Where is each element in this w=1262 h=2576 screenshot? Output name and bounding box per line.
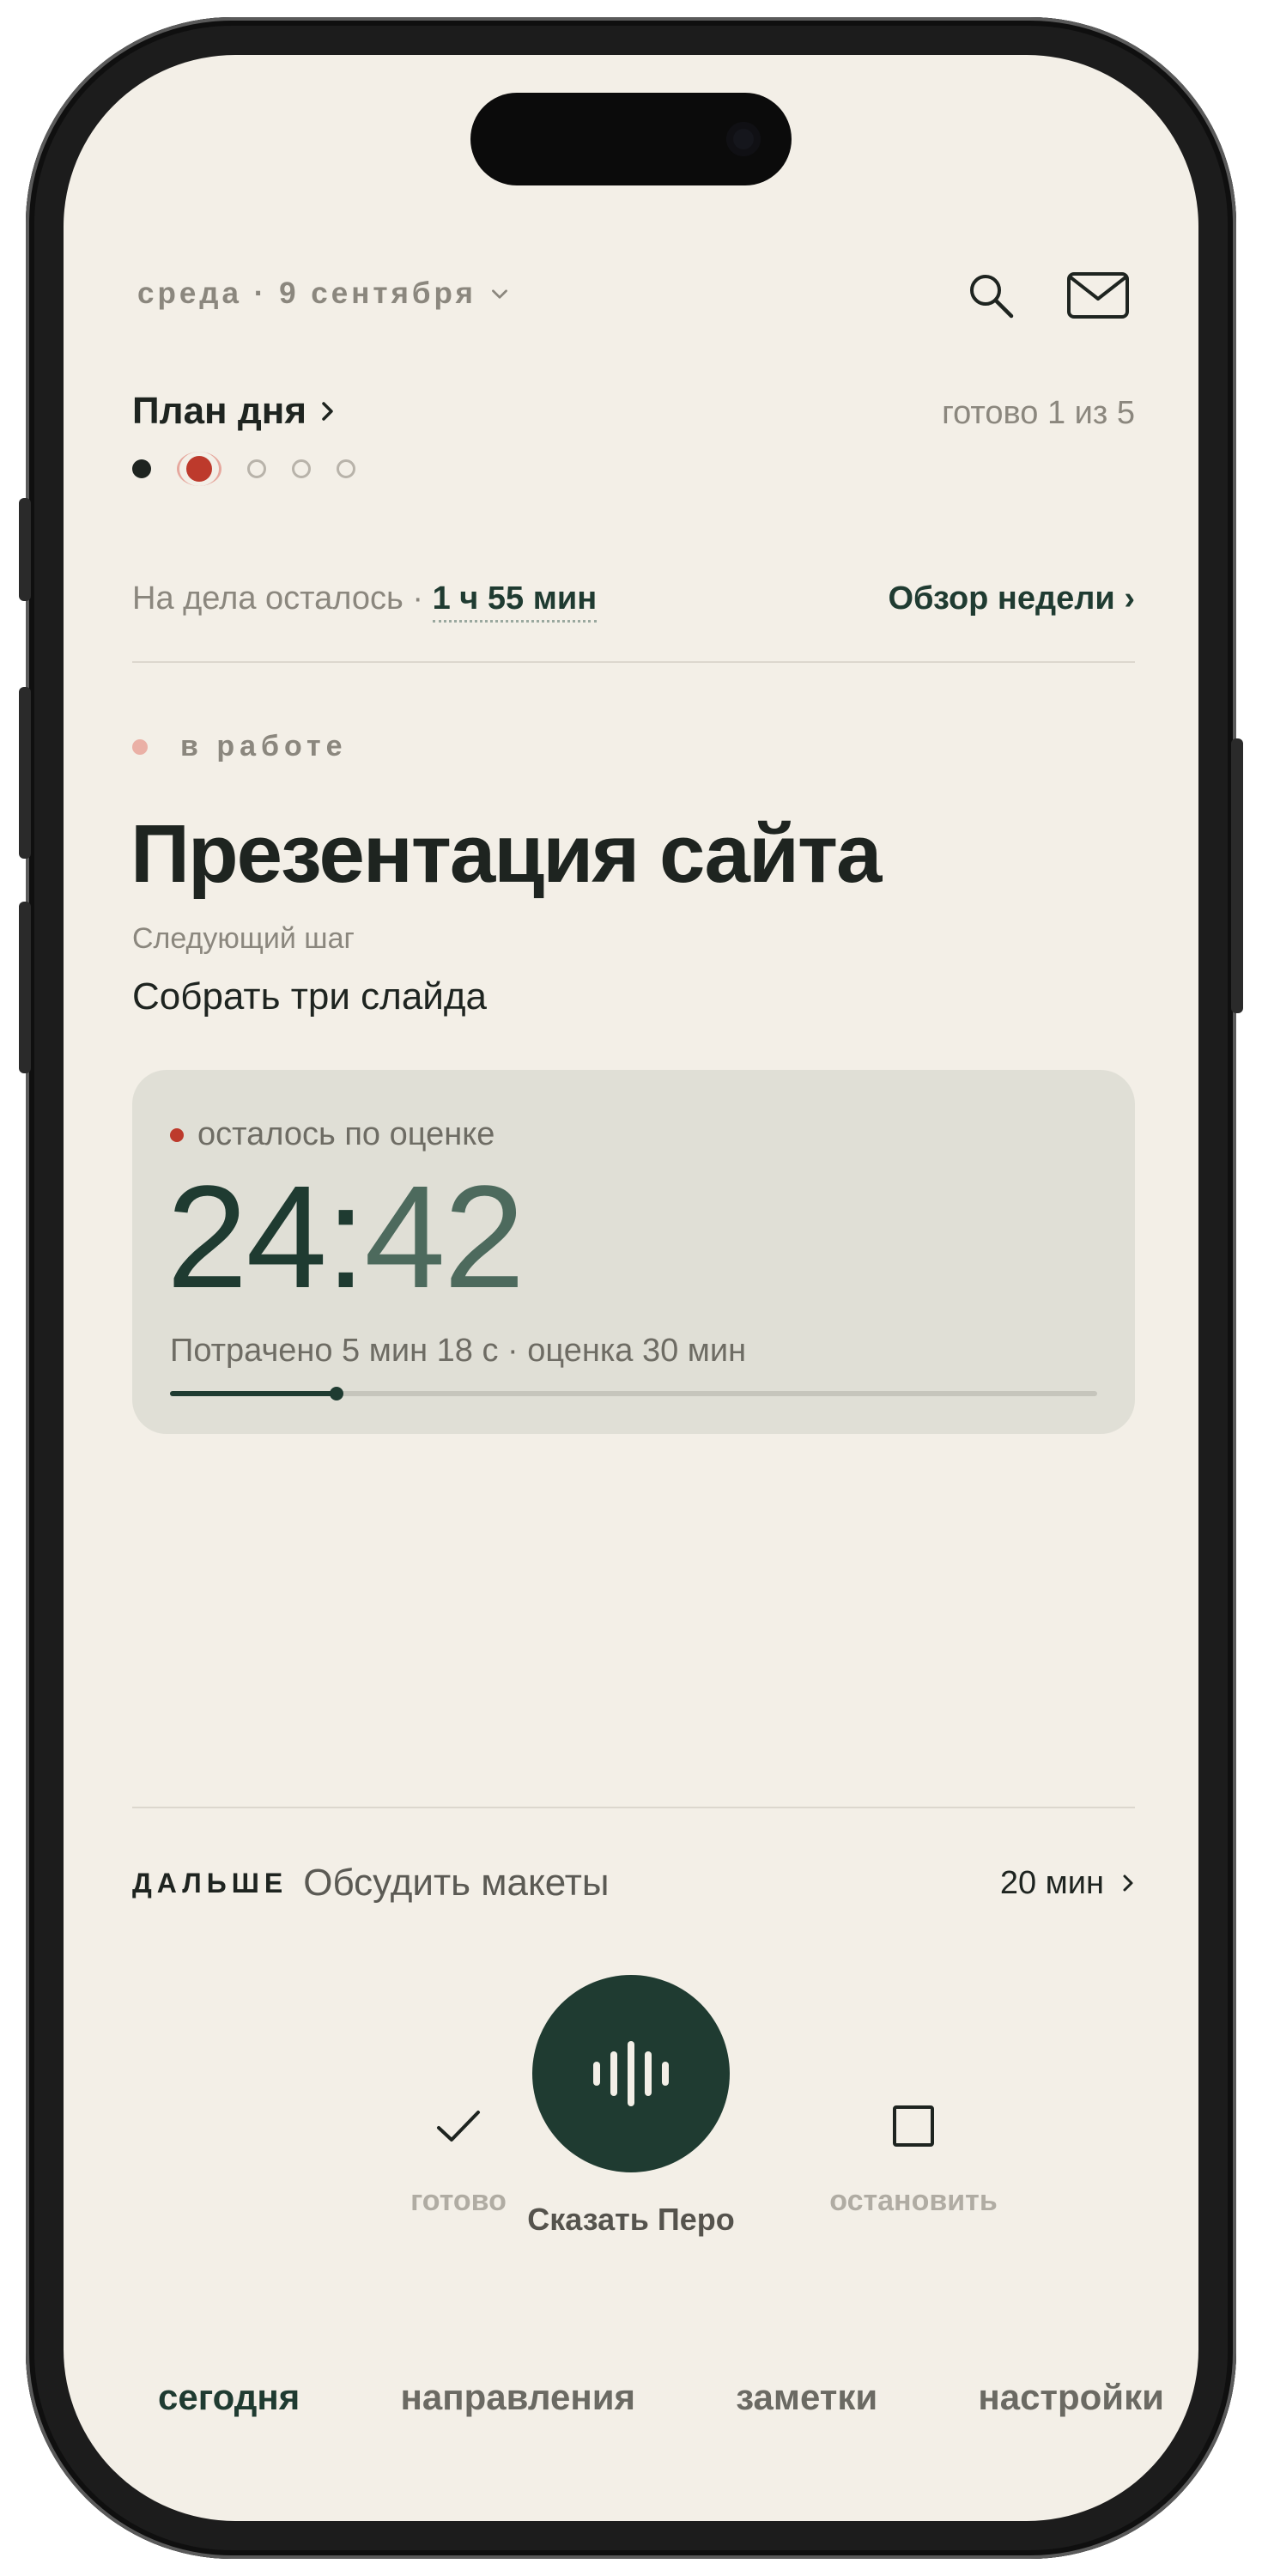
mail-button[interactable] — [1059, 261, 1137, 330]
step-dot-done[interactable] — [132, 459, 151, 478]
next-tag: ДАЛЬШЕ — [132, 1867, 288, 1899]
timer-card: осталось по оценке 24:42 Потрачено 5 мин… — [132, 1070, 1135, 1434]
status-label: в работе — [180, 730, 348, 762]
timer-colon: : — [325, 1156, 366, 1319]
plan-step-indicator — [132, 434, 355, 503]
remaining-time[interactable]: 1 ч 55 мин — [432, 580, 598, 623]
timer-progress-fill — [170, 1391, 337, 1396]
week-overview-link[interactable]: Обзор недели › — [888, 580, 1135, 617]
status-dot — [132, 738, 148, 755]
step-dot-pending[interactable] — [337, 459, 355, 478]
date-selector[interactable]: среда · 9 сентября — [137, 276, 511, 311]
timer-minutes: 24 — [167, 1156, 327, 1319]
task-title: Презентация сайта — [130, 808, 882, 900]
tab-directions[interactable]: направления — [400, 2377, 635, 2418]
timer-progress-knob — [330, 1387, 344, 1400]
recording-dot — [170, 1127, 184, 1142]
stop-action[interactable]: остановить — [802, 2083, 1025, 2218]
app-screen: среда · 9 сентября План дня готово 1 из … — [64, 55, 1198, 2521]
done-label: готово — [410, 2184, 507, 2217]
step-dot-pending[interactable] — [247, 459, 266, 478]
stop-square-icon — [893, 2105, 934, 2147]
volume-down-button — [19, 902, 31, 1073]
dynamic-island — [470, 93, 792, 185]
plan-progress-count: готово 1 из 5 — [942, 395, 1135, 431]
tab-settings[interactable]: настройки — [978, 2377, 1164, 2418]
search-icon — [970, 275, 1014, 319]
next-divider — [132, 1807, 1135, 1808]
step-dot-active — [186, 456, 212, 482]
next-task-duration: 20 мин — [999, 1864, 1104, 1901]
plan-title: План дня — [132, 390, 307, 432]
stop-label: остановить — [829, 2184, 998, 2217]
remaining-label: На дела осталось · — [132, 580, 424, 617]
mute-switch — [19, 498, 31, 601]
next-task-title: Обсудить макеты — [303, 1862, 610, 1904]
next-task-row[interactable]: ДАЛЬШЕ Обсудить макеты 20 мин — [132, 1862, 1135, 1905]
step-dot-pending[interactable] — [292, 459, 311, 478]
tab-notes[interactable]: заметки — [736, 2377, 877, 2418]
chevron-right-icon — [1123, 1874, 1133, 1892]
step-dot-current[interactable] — [177, 452, 221, 486]
volume-up-button — [19, 687, 31, 859]
tab-today[interactable]: сегодня — [158, 2377, 300, 2418]
chevron-down-icon — [491, 289, 507, 299]
chevron-right-icon — [322, 402, 333, 421]
timer-progress-track — [170, 1387, 1097, 1400]
header-divider — [132, 661, 1135, 663]
task-status: в работе — [132, 730, 348, 763]
timer-label: осталось по оценке — [197, 1116, 495, 1152]
speak-action[interactable]: Сказать Перо — [498, 1975, 764, 2238]
power-button — [1231, 738, 1243, 1013]
date-label: среда · 9 сентября — [137, 276, 476, 310]
mail-icon — [1067, 272, 1129, 319]
tab-bar: сегодня направления заметки настройки — [64, 2377, 1198, 2418]
timer-value: 24:42 — [167, 1164, 525, 1310]
timer-label-row: осталось по оценке — [170, 1116, 494, 1153]
voice-waveform-icon — [593, 2041, 669, 2106]
next-step-label: Следующий шаг — [132, 922, 355, 955]
search-button[interactable] — [956, 261, 1025, 330]
plan-link[interactable]: План дня — [132, 390, 336, 433]
remaining-row: На дела осталось · 1 ч 55 мин Обзор неде… — [132, 580, 1135, 623]
next-step-text[interactable]: Собрать три слайда — [132, 975, 487, 1018]
voice-button[interactable] — [532, 1975, 730, 2172]
speak-label: Сказать Перо — [527, 2202, 735, 2237]
front-camera — [726, 122, 761, 156]
checkmark-icon — [437, 2111, 480, 2142]
time-spent: Потрачено 5 мин 18 с · оценка 30 мин — [170, 1333, 747, 1369]
timer-seconds: 42 — [364, 1156, 525, 1319]
